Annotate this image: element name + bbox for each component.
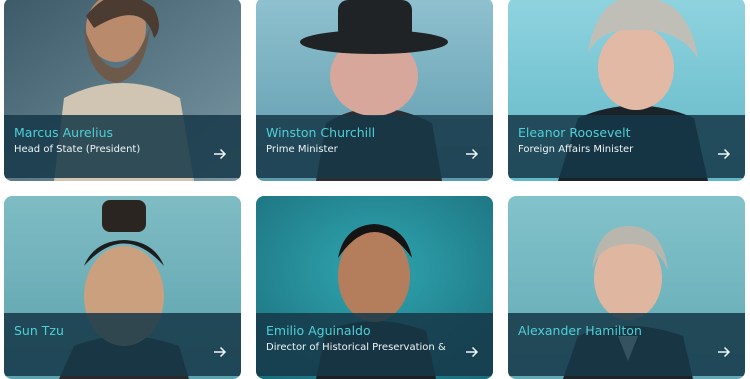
leader-card-emilio-aguinaldo[interactable]: Emilio Aguinaldo Director of Historical … [256, 196, 493, 379]
arrow-right-icon[interactable] [465, 346, 479, 358]
arrow-right-icon[interactable] [717, 346, 731, 358]
leader-card-marcus-aurelius[interactable]: Marcus Aurelius Head of State (President… [4, 0, 241, 181]
leader-role: Head of State (President) [14, 144, 141, 155]
arrow-right-icon[interactable] [213, 148, 227, 160]
leader-role: Prime Minister [266, 144, 338, 155]
card-caption: Sun Tzu [4, 313, 241, 376]
leader-name: Emilio Aguinaldo [266, 323, 371, 338]
leader-role: Director of Historical Preservation & [266, 342, 446, 353]
card-caption: Emilio Aguinaldo Director of Historical … [256, 313, 493, 376]
card-caption: Marcus Aurelius Head of State (President… [4, 115, 241, 178]
card-caption: Winston Churchill Prime Minister [256, 115, 493, 178]
arrow-right-icon[interactable] [717, 148, 731, 160]
leader-card-alexander-hamilton[interactable]: Alexander Hamilton [508, 196, 745, 379]
leader-name: Marcus Aurelius [14, 125, 113, 140]
leader-name: Eleanor Roosevelt [518, 125, 631, 140]
arrow-right-icon[interactable] [465, 148, 479, 160]
arrow-right-icon[interactable] [213, 346, 227, 358]
leader-card-sun-tzu[interactable]: Sun Tzu [4, 196, 241, 379]
leader-role: Foreign Affairs Minister [518, 144, 634, 155]
leader-card-winston-churchill[interactable]: Winston Churchill Prime Minister [256, 0, 493, 181]
card-caption: Alexander Hamilton [508, 313, 745, 376]
leader-name: Winston Churchill [266, 125, 376, 140]
leader-name: Alexander Hamilton [518, 323, 642, 338]
card-caption: Eleanor Roosevelt Foreign Affairs Minist… [508, 115, 745, 178]
leader-card-eleanor-roosevelt[interactable]: Eleanor Roosevelt Foreign Affairs Minist… [508, 0, 745, 181]
leaders-grid-page: { "cards": [ {"name": "Marcus Aurelius",… [0, 0, 750, 379]
leader-name: Sun Tzu [14, 323, 64, 338]
